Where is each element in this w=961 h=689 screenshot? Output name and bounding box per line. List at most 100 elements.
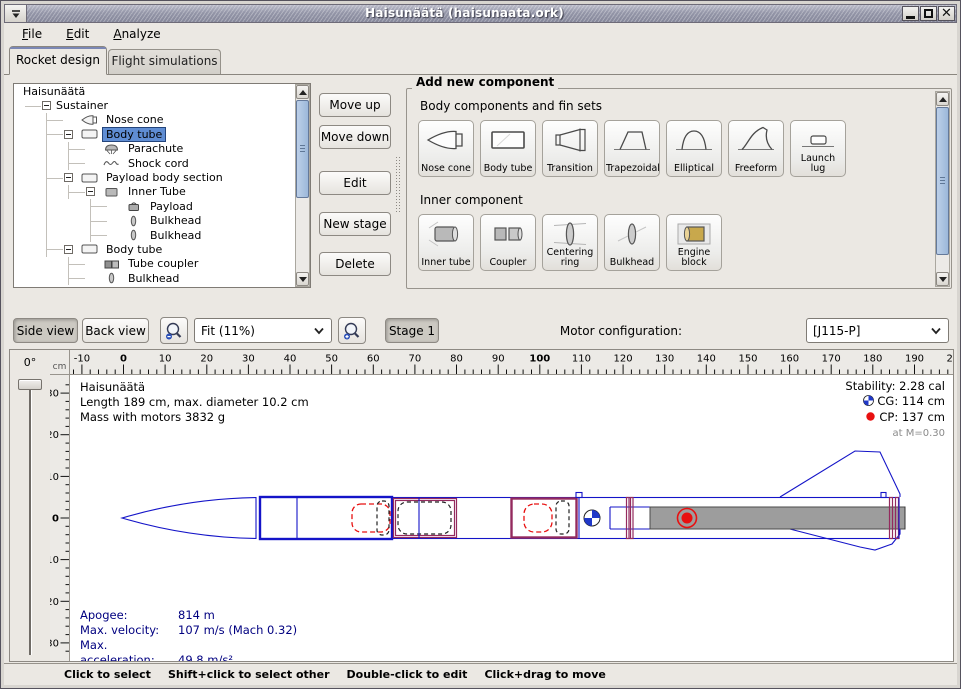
svg-text:-10: -10: [74, 354, 90, 365]
splitter-handle[interactable]: [395, 156, 401, 212]
bodytube-icon: [75, 128, 103, 140]
tree-row-inner-tube[interactable]: Inner Tube: [14, 185, 310, 199]
tab-rocket-design[interactable]: Rocket design: [9, 46, 107, 75]
tree-item-label[interactable]: Bulkhead: [147, 229, 204, 242]
tree-expander-collapse[interactable]: [86, 187, 95, 196]
svg-text:0: 0: [120, 354, 127, 365]
tree-connector-line: [69, 163, 85, 164]
tree-item-label[interactable]: Body tube: [103, 243, 165, 256]
tree-row-payload-body-section[interactable]: Payload body section: [14, 170, 310, 184]
menu-edit[interactable]: Edit: [56, 25, 99, 43]
component-button-coupler[interactable]: Coupler: [480, 214, 536, 271]
tree-row-nose-cone[interactable]: Nose cone: [14, 113, 310, 127]
maximize-button[interactable]: [920, 6, 937, 21]
move-down-button[interactable]: Move down: [319, 125, 391, 149]
zoom-select[interactable]: Fit (11%): [194, 318, 332, 343]
bulkhead-icon: [605, 217, 659, 251]
scroll-up-button[interactable]: [296, 85, 309, 99]
zoom-in-button[interactable]: [338, 317, 366, 344]
component-button-trapezoidal[interactable]: Trapezoidal: [604, 120, 660, 177]
bodytube-icon: [75, 243, 103, 255]
tree-item-label[interactable]: Payload body section: [103, 171, 226, 184]
tree-item-label[interactable]: Payload: [147, 200, 196, 213]
window-menu-button[interactable]: [5, 5, 27, 22]
delete-button[interactable]: Delete: [319, 252, 391, 276]
tree-item-label[interactable]: Bulkhead: [125, 272, 182, 285]
tree-row-body-tube[interactable]: Body tube: [14, 127, 310, 141]
component-button-transition[interactable]: Transition: [542, 120, 598, 177]
tree-expander-collapse[interactable]: [64, 245, 73, 254]
svg-text:80: 80: [450, 354, 463, 365]
tree-item-label[interactable]: Bulkhead: [147, 214, 204, 227]
tree-item-label[interactable]: Nose cone: [103, 113, 166, 126]
move-up-button[interactable]: Move up: [319, 93, 391, 117]
component-tree[interactable]: HaisunäätäSustainerNose coneBody tubePar…: [13, 83, 311, 288]
tree-guide-line: [46, 214, 47, 228]
tab-flight-simulations[interactable]: Flight simulations: [108, 49, 221, 74]
nose-cone-icon: [419, 123, 473, 157]
component-button-launch-lug[interactable]: Launch lug: [790, 120, 846, 177]
minimize-button[interactable]: [902, 6, 919, 21]
tree-item-label[interactable]: Tube coupler: [125, 257, 201, 270]
tree-row-bulkhead[interactable]: Bulkhead: [14, 271, 310, 285]
zoom-out-button[interactable]: [160, 317, 188, 344]
menu-file[interactable]: File: [12, 25, 52, 43]
tree-expander-collapse[interactable]: [42, 101, 51, 110]
svg-text:170: 170: [822, 354, 841, 365]
scroll-down-button[interactable]: [296, 272, 309, 286]
component-button-inner-tube[interactable]: Inner tube: [418, 214, 474, 271]
svg-text:130: 130: [655, 354, 674, 365]
tree-expander-collapse[interactable]: [64, 173, 73, 182]
tree-row-sustainer[interactable]: Sustainer: [14, 98, 310, 112]
tree-scrollbar[interactable]: [295, 84, 310, 287]
body-components-label: Body components and fin sets: [420, 99, 602, 113]
component-button-elliptical[interactable]: Elliptical: [666, 120, 722, 177]
tree-item-label[interactable]: Shock cord: [125, 157, 192, 170]
edit-button[interactable]: Edit: [319, 171, 391, 195]
tree-item-label[interactable]: Sustainer: [53, 99, 111, 112]
tree-item-label[interactable]: Parachute: [125, 142, 186, 155]
tree-expander-collapse[interactable]: [64, 130, 73, 139]
scroll-down-button[interactable]: [936, 272, 949, 286]
back-view-button[interactable]: Back view: [82, 318, 149, 343]
rocket-canvas[interactable]: Haisunäätä Length 189 cm, max. diameter …: [70, 375, 953, 661]
close-button[interactable]: ✕: [938, 6, 955, 21]
slider-handle[interactable]: [18, 379, 42, 390]
tree-row-bulkhead[interactable]: Bulkhead: [14, 228, 310, 242]
svg-text:70: 70: [409, 354, 422, 365]
tree-row-payload[interactable]: Payload: [14, 199, 310, 213]
hint-click-select: Click to select: [64, 668, 151, 681]
component-button-bulkhead[interactable]: Bulkhead: [604, 214, 660, 271]
tree-row-tube-coupler[interactable]: Tube coupler: [14, 257, 310, 271]
component-button-engine-block[interactable]: Engine block: [666, 214, 722, 271]
tree-connector-line: [69, 192, 85, 193]
svg-text:0: 0: [52, 514, 59, 525]
component-panel-scrollbar[interactable]: [935, 91, 950, 287]
bodytube-icon: [75, 172, 103, 184]
new-stage-button[interactable]: New stage: [319, 212, 391, 236]
scrollbar-thumb[interactable]: [296, 100, 309, 198]
tree-row-shock-cord[interactable]: Shock cord: [14, 156, 310, 170]
maximize-icon: [924, 9, 933, 18]
tree-item-label[interactable]: Inner Tube: [125, 185, 189, 198]
tree-row-body-tube[interactable]: Body tube: [14, 242, 310, 256]
tree-row-haisun-t[interactable]: Haisunäätä: [14, 84, 310, 98]
svg-text:200: 200: [947, 354, 953, 365]
component-button-centering-ring[interactable]: Centering ring: [542, 214, 598, 271]
stage-1-toggle[interactable]: Stage 1: [385, 318, 439, 343]
motor-configuration-select[interactable]: [J115-P]: [806, 318, 949, 343]
svg-text:100: 100: [529, 354, 550, 365]
side-view-button[interactable]: Side view: [13, 318, 78, 343]
tree-row-bulkhead[interactable]: Bulkhead: [14, 214, 310, 228]
tree-row-parachute[interactable]: Parachute: [14, 142, 310, 156]
component-button-nose-cone[interactable]: Nose cone: [418, 120, 474, 177]
rotation-slider[interactable]: [10, 375, 50, 661]
tree-item-label[interactable]: Haisunäätä: [20, 85, 88, 98]
menu-analyze[interactable]: Analyze: [103, 25, 170, 43]
component-button-body-tube[interactable]: Body tube: [480, 120, 536, 177]
tree-item-label[interactable]: Body tube: [103, 128, 165, 141]
component-button-freeform[interactable]: Freeform: [728, 120, 784, 177]
inner-tube-icon: [419, 217, 473, 251]
scroll-up-button[interactable]: [936, 92, 949, 106]
scrollbar-thumb[interactable]: [936, 107, 949, 255]
